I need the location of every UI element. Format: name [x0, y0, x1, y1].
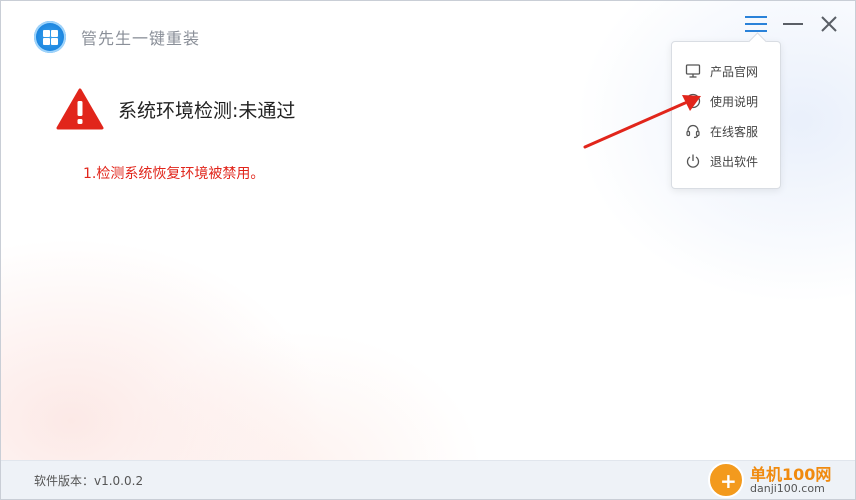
- warning-icon: [56, 88, 104, 130]
- monitor-icon: [684, 62, 702, 80]
- menu-item-label: 产品官网: [710, 64, 759, 79]
- watermark-url: danji100.com: [750, 482, 825, 495]
- menu-item-website[interactable]: 产品官网: [684, 59, 776, 83]
- check-headline: 系统环境检测:未通过: [118, 100, 296, 122]
- app-title: 管先生一键重装: [81, 29, 201, 48]
- close-icon: [821, 16, 837, 32]
- menu-item-label: 在线客服: [710, 124, 759, 139]
- minimize-icon: [783, 23, 803, 25]
- error-message: 1.检测系统恢复环境被禁用。: [83, 166, 265, 182]
- annotation-arrow: [583, 95, 701, 149]
- minimize-button[interactable]: [780, 11, 806, 37]
- app-logo-icon: [34, 21, 66, 53]
- power-icon: [684, 152, 702, 170]
- watermark-logo-icon: +: [708, 462, 744, 498]
- version-label: 软件版本：v1.0.0.2: [34, 474, 144, 488]
- menu-item-label: 退出软件: [710, 154, 759, 169]
- menu-icon: [745, 16, 767, 18]
- watermark: + 单机100网 danji100.com: [706, 460, 855, 499]
- app-window: 管先生一键重装 系统环境检测:未通过 1.检测系统恢复环境被禁用。 产品官网 使…: [0, 0, 856, 500]
- menu-item-label: 使用说明: [710, 94, 759, 109]
- close-button[interactable]: [816, 11, 842, 37]
